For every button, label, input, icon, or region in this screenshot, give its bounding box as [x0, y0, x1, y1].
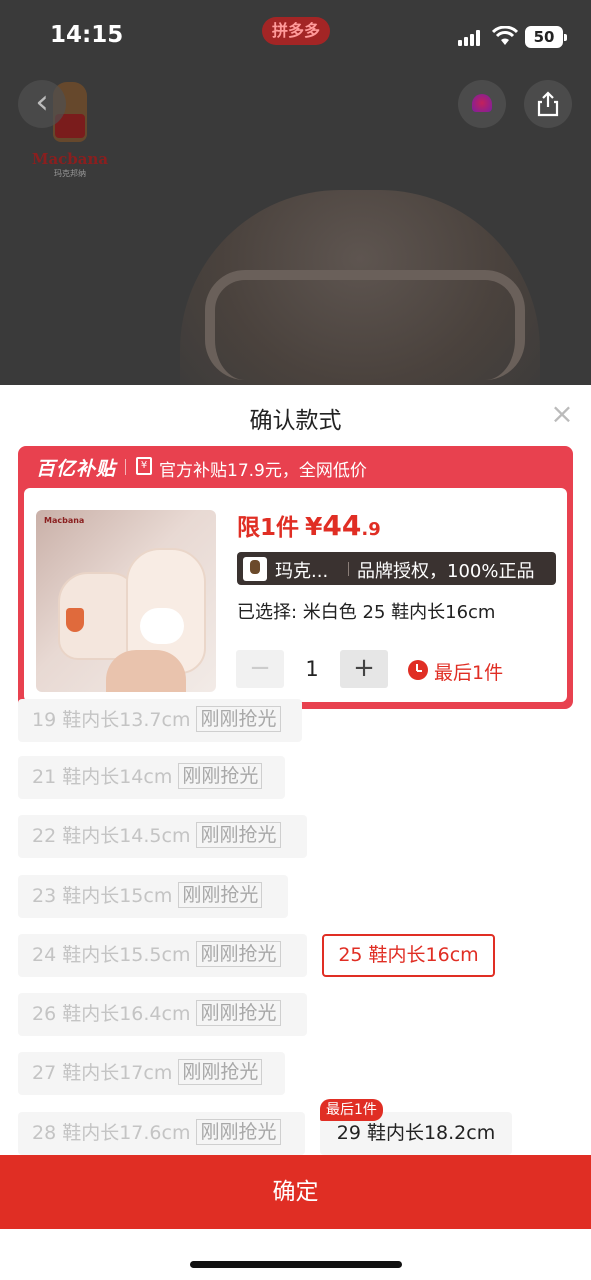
quantity-increase-button[interactable]: +: [340, 650, 388, 688]
size-label: 22 鞋内长14.5cm: [32, 825, 191, 847]
soldout-badge: 刚刚抢光: [178, 1059, 263, 1085]
size-chip-27[interactable]: 27 鞋内长17cm 刚刚抢光: [18, 1052, 285, 1095]
size-chip-26[interactable]: 26 鞋内长16.4cm 刚刚抢光: [18, 993, 307, 1036]
last-one-tag: 最后1件: [320, 1099, 383, 1121]
size-chip-22[interactable]: 22 鞋内长14.5cm 刚刚抢光: [18, 815, 307, 858]
thumbnail-brand-mark: Macbana: [44, 516, 85, 525]
battery-level: 50: [533, 28, 555, 46]
size-chip-24[interactable]: 24 鞋内长15.5cm 刚刚抢光: [18, 934, 307, 977]
size-label: 23 鞋内长15cm: [32, 885, 173, 907]
alarm-clock-icon: [408, 660, 428, 680]
promo-card: 百亿补贴 ¥ 官方补贴17.9元，全网低价 Macbana 限1件 ¥44.9 玛…: [18, 446, 573, 709]
size-chip-19[interactable]: 19 鞋内长13.7cm 刚刚抢光: [18, 699, 302, 742]
chevron-left-icon: ‹: [35, 82, 49, 122]
product-thumbnail[interactable]: Macbana: [36, 510, 216, 692]
brand-auth-badge[interactable]: 玛克... 品牌授权，100%正品: [237, 552, 556, 585]
soldout-badge: 刚刚抢光: [196, 822, 281, 848]
subsidy-logo: 百亿补贴: [36, 458, 117, 480]
share-button[interactable]: [524, 80, 572, 128]
brand-logo-subtext: 玛克邦纳: [54, 169, 86, 178]
product-photo-detail: [205, 270, 525, 380]
carrot-decoration: [66, 608, 84, 632]
wifi-icon: [491, 25, 519, 46]
hand: [106, 650, 186, 692]
quantity-value[interactable]: 1: [286, 650, 338, 688]
size-chip-23[interactable]: 23 鞋内长15cm 刚刚抢光: [18, 875, 288, 918]
battery-icon: 50: [525, 26, 567, 48]
status-time: 14:15: [50, 22, 124, 48]
yen-icon: ¥: [136, 457, 152, 475]
home-indicator: [190, 1261, 402, 1268]
stock-note: 最后1件: [434, 662, 504, 684]
price-integer: 44: [322, 509, 362, 542]
size-label: 21 鞋内长14cm: [32, 766, 173, 788]
product-summary: Macbana 限1件 ¥44.9 玛克... 品牌授权，100%正品 已选择: …: [24, 488, 567, 702]
size-chip-25-selected[interactable]: 25 鞋内长16cm: [322, 934, 495, 977]
signal-icon: [458, 30, 484, 46]
size-label: 19 鞋内长13.7cm: [32, 709, 191, 731]
brand-mini-logo-icon: [243, 557, 267, 581]
app-badge: 拼多多: [262, 17, 330, 45]
size-chip-21[interactable]: 21 鞋内长14cm 刚刚抢光: [18, 756, 285, 799]
brand-logo-text: Macbana: [31, 150, 109, 168]
soldout-badge: 刚刚抢光: [196, 706, 281, 732]
sheet-title: 确认款式: [249, 408, 342, 434]
brand-auth-text: 品牌授权，100%正品: [357, 561, 535, 582]
soldout-badge: 刚刚抢光: [178, 882, 263, 908]
status-bar: 14:15 拼多多 50: [0, 0, 591, 76]
size-label: 27 鞋内长17cm: [32, 1062, 173, 1084]
soldout-badge: 刚刚抢光: [196, 1000, 281, 1026]
heart-icon: [472, 94, 492, 112]
promo-bar: 百亿补贴 ¥ 官方补贴17.9元，全网低价: [18, 446, 573, 486]
size-label: 28 鞋内长17.6cm: [32, 1122, 191, 1144]
currency-symbol: ¥: [305, 512, 323, 541]
product-backdrop[interactable]: 14:15 拼多多 50 Macbana 玛克邦纳 ‹: [0, 0, 591, 385]
soldout-badge: 刚刚抢光: [196, 1119, 281, 1145]
soldout-badge: 刚刚抢光: [178, 763, 263, 789]
share-icon: [537, 91, 559, 117]
quantity-decrease-button[interactable]: −: [236, 650, 284, 688]
close-icon[interactable]: ×: [550, 400, 574, 428]
size-label: 26 鞋内长16.4cm: [32, 1003, 191, 1025]
limit-label: 限1件: [237, 515, 300, 541]
promo-divider: [125, 459, 126, 475]
back-button[interactable]: ‹: [18, 80, 66, 128]
price-line: 限1件 ¥44.9: [237, 508, 381, 542]
confirm-button[interactable]: 确定: [0, 1155, 591, 1229]
size-label: 24 鞋内长15.5cm: [32, 944, 191, 966]
promo-text: 官方补贴17.9元，全网低价: [159, 461, 367, 481]
selected-variant: 已选择: 米白色 25 鞋内长16cm: [237, 602, 496, 623]
bunny-decoration: [140, 608, 184, 644]
badge-divider: [348, 562, 349, 576]
style-confirm-sheet: 确认款式 × 百亿补贴 ¥ 官方补贴17.9元，全网低价 Macbana 限1件…: [0, 385, 591, 1280]
price-decimal: .9: [361, 519, 381, 540]
favorite-button[interactable]: [458, 80, 506, 128]
soldout-badge: 刚刚抢光: [196, 941, 281, 967]
size-chip-28[interactable]: 28 鞋内长17.6cm 刚刚抢光: [18, 1112, 305, 1155]
brand-name: 玛克...: [275, 561, 329, 582]
